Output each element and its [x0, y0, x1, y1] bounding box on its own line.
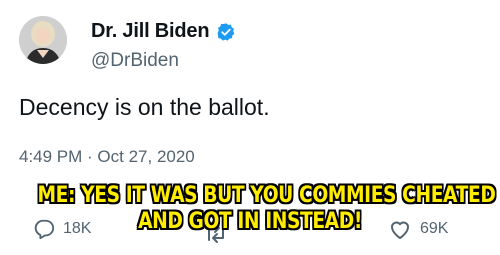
avatar-image — [19, 16, 67, 64]
meme-caption: ME: YES IT WAS BUT YOU COMMIES CHEATED A… — [37, 183, 496, 235]
tweet-card: Dr. Jill Biden @DrBiden Decency is on th… — [0, 0, 500, 255]
verified-badge-icon — [217, 23, 235, 41]
meme-caption-line-2: AND GOT IN INSTEAD! — [138, 209, 362, 234]
author-name[interactable]: Dr. Jill Biden — [91, 20, 210, 43]
meme-caption-line-1: ME: YES IT WAS BUT YOU COMMIES CHEATED — [37, 183, 496, 208]
author-handle[interactable]: @DrBiden — [91, 50, 179, 72]
tweet-timestamp[interactable]: 4:49 PM · Oct 27, 2020 — [19, 147, 195, 167]
avatar[interactable] — [19, 16, 67, 64]
tweet-text: Decency is on the ballot. — [19, 94, 270, 120]
